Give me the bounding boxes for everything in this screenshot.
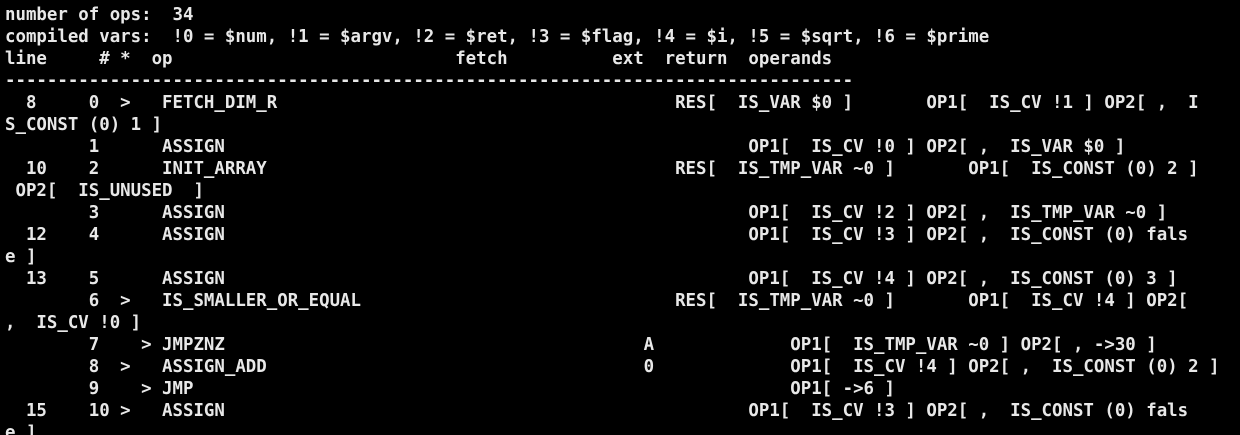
terminal-line-op-2: 10 2 INIT_ARRAY RES[ IS_TMP_VAR ~0 ] OP1…: [5, 159, 1199, 179]
terminal-line-ops-count: number of ops: 34: [5, 5, 194, 25]
terminal-line-op-10: 15 10 > ASSIGN OP1[ IS_CV !3 ] OP2[ , IS…: [5, 401, 1189, 421]
terminal-line-column-header: line # * op fetch ext return operands: [5, 49, 833, 69]
terminal-line-op-10-wrap: e ]: [5, 423, 37, 435]
terminal-line-compiled-vars: compiled vars: !0 = $num, !1 = $argv, !2…: [5, 27, 990, 47]
terminal-line-op-3: 3 ASSIGN OP1[ IS_CV !2 ] OP2[ , IS_TMP_V…: [5, 203, 1168, 223]
terminal-line-op-4-wrap: e ]: [5, 247, 37, 267]
terminal-line-op-6-wrap: , IS_CV !0 ]: [5, 313, 142, 333]
terminal-line-op-2-wrap: OP2[ IS_UNUSED ]: [5, 181, 204, 201]
terminal-line-op-8: 8 > ASSIGN_ADD 0 OP1[ IS_CV !4 ] OP2[ , …: [5, 357, 1220, 377]
terminal-line-op-0: 8 0 > FETCH_DIM_R RES[ IS_VAR $0 ] OP1[ …: [5, 93, 1199, 113]
terminal-line-op-1: 1 ASSIGN OP1[ IS_CV !0 ] OP2[ , IS_VAR $…: [5, 137, 1126, 157]
terminal-line-op-6: 6 > IS_SMALLER_OR_EQUAL RES[ IS_TMP_VAR …: [5, 291, 1189, 311]
terminal-line-separator: ----------------------------------------…: [5, 71, 854, 91]
terminal-line-op-9: 9 > JMP OP1[ ->6 ]: [5, 379, 895, 399]
terminal-line-op-5: 13 5 ASSIGN OP1[ IS_CV !4 ] OP2[ , IS_CO…: [5, 269, 1178, 289]
terminal-line-op-4: 12 4 ASSIGN OP1[ IS_CV !3 ] OP2[ , IS_CO…: [5, 225, 1189, 245]
terminal-line-op-0-wrap: S_CONST (0) 1 ]: [5, 115, 163, 135]
terminal-window[interactable]: number of ops: 34 compiled vars: !0 = $n…: [0, 0, 1240, 435]
terminal-line-op-7: 7 > JMPZNZ A OP1[ IS_TMP_VAR ~0 ] OP2[ ,…: [5, 335, 1157, 355]
